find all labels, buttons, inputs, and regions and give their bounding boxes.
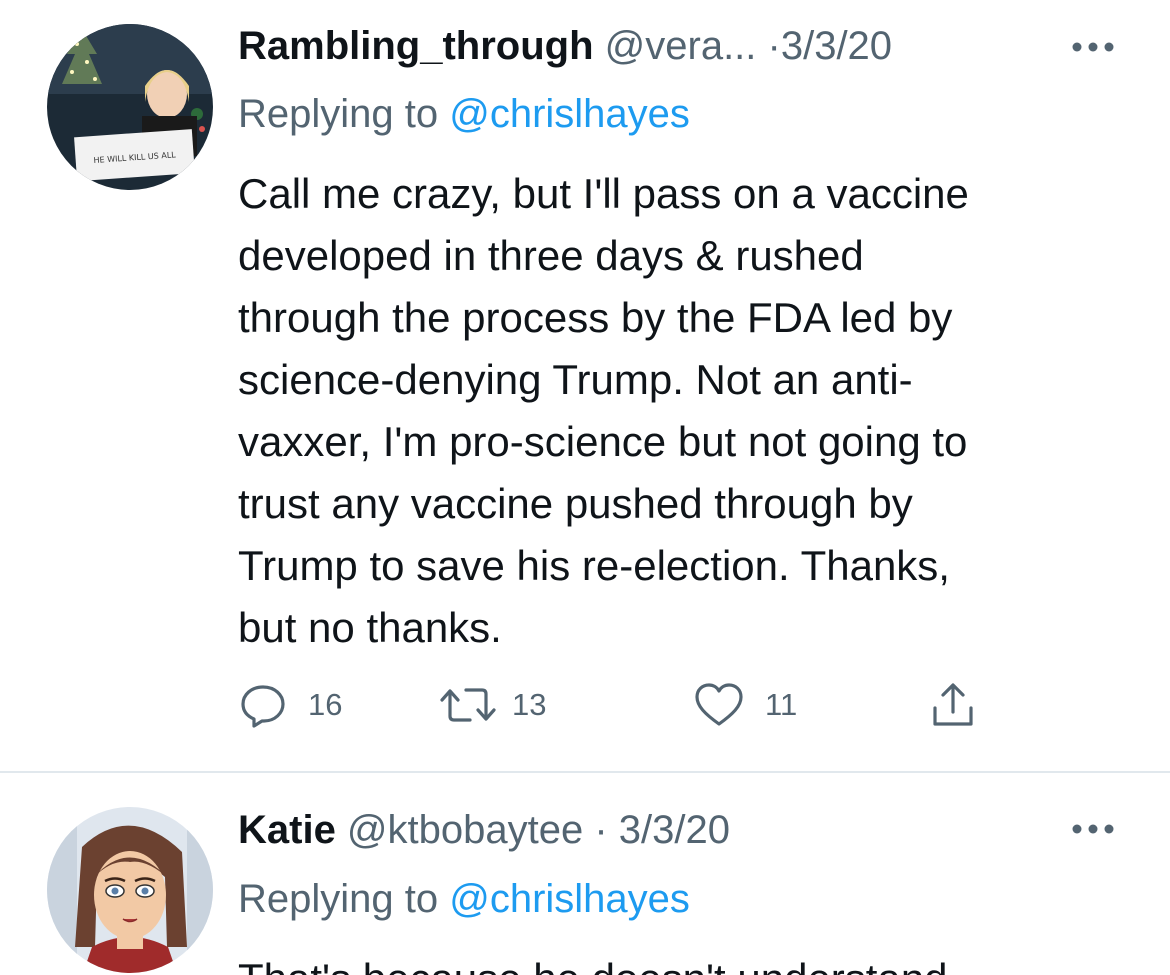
display-name[interactable]: Rambling_through (238, 24, 594, 68)
heart-icon (695, 683, 743, 726)
tweet-text-line: science-denying Trump. Not an anti- (238, 356, 913, 403)
reply-count: 16 (308, 687, 343, 722)
replying-to-label: Replying to (238, 92, 450, 136)
retweet-count: 13 (512, 687, 547, 722)
replying-to: Replying to @chrislhayes (238, 90, 690, 138)
avatar-photo: HE WILL KILL US ALL (47, 24, 213, 190)
tweet-text-line: That's because he doesn't understand (238, 948, 1138, 975)
reply-button[interactable]: 16 (238, 680, 342, 730)
tweet-text-line: Call me crazy, but I'll pass on a vaccin… (238, 170, 969, 217)
tweet-text-line: Trump to save his re-election. Thanks, (238, 542, 950, 589)
tweet-header: Katie @ktbobaytee · 3/3/20 (238, 806, 730, 854)
tweet-text-line: but no thanks. (238, 604, 502, 651)
avatar-photo (47, 807, 213, 973)
share-icon (933, 683, 973, 726)
tweet-text-line: vaxxer, I'm pro-science but not going to (238, 418, 968, 465)
reply-icon (241, 685, 285, 728)
tweet-text-line: trust any vaccine pushed through by (238, 480, 913, 527)
tweet[interactable]: Katie @ktbobaytee · 3/3/20 Replying to @… (0, 772, 1170, 975)
retweet-button[interactable]: 13 (438, 680, 546, 730)
more-icon[interactable] (1070, 40, 1116, 54)
avatar[interactable] (47, 807, 213, 973)
tweet-actions: 16 13 11 (238, 680, 1138, 730)
replying-to-label: Replying to (238, 877, 450, 921)
more-icon[interactable] (1070, 822, 1116, 836)
avatar[interactable]: HE WILL KILL US ALL (47, 24, 213, 190)
share-button[interactable] (928, 680, 978, 730)
replying-to-mention[interactable]: @chrislhayes (449, 877, 690, 921)
display-name[interactable]: Katie (238, 808, 336, 852)
like-button[interactable]: 11 (693, 680, 797, 730)
tweet[interactable]: HE WILL KILL US ALL Rambling_through @ve… (0, 0, 1170, 772)
tweet-text-line: through the process by the FDA led by (238, 294, 953, 341)
handle-and-date[interactable]: @ktbobaytee · 3/3/20 (336, 808, 730, 852)
like-count: 11 (765, 687, 798, 722)
replying-to: Replying to @chrislhayes (238, 875, 690, 923)
retweet-icon (440, 688, 496, 722)
tweet-header: Rambling_through @vera... ·3/3/20 (238, 22, 892, 70)
tweet-text: That's because he doesn't understand (238, 948, 1138, 975)
tweet-text-line: developed in three days & rushed (238, 232, 864, 279)
handle-and-date[interactable]: @vera... ·3/3/20 (594, 24, 892, 68)
tweet-text: Call me crazy, but I'll pass on a vaccin… (238, 163, 1138, 659)
replying-to-mention[interactable]: @chrislhayes (449, 92, 690, 136)
